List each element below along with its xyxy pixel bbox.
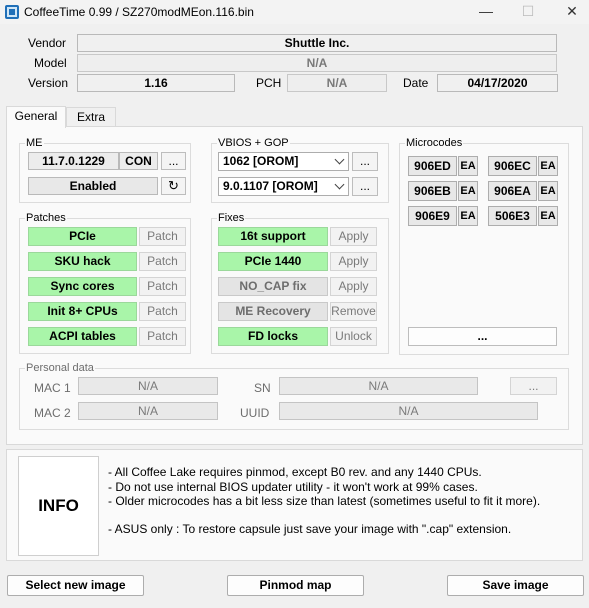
chevron-down-icon xyxy=(334,154,345,165)
mac1-field: N/A xyxy=(78,377,218,395)
patch-button[interactable]: Patch xyxy=(139,302,186,321)
window-title: CoffeeTime 0.99 / SZ270modMEon.116.bin xyxy=(24,5,254,19)
patch-status-sku-hack: SKU hack xyxy=(28,252,137,271)
me-more-button[interactable]: ... xyxy=(161,152,186,170)
select-new-image-button[interactable]: Select new image xyxy=(7,575,144,596)
fix-status-16t-support: 16t support xyxy=(218,227,328,246)
vbios-group-title: VBIOS + GOP xyxy=(217,137,290,149)
info-line: - ASUS only : To restore capsule just sa… xyxy=(108,522,512,536)
sn-label: SN xyxy=(254,381,271,395)
microcode-tag[interactable]: EA xyxy=(538,181,558,201)
info-label: INFO xyxy=(18,456,99,556)
fix-status-me-recovery: ME Recovery xyxy=(218,302,328,321)
patch-status-init-cpus: Init 8+ CPUs xyxy=(28,302,137,321)
patch-status-sync-cores: Sync cores xyxy=(28,277,137,296)
microcode-tag[interactable]: EA xyxy=(538,206,558,226)
fixes-group-title: Fixes xyxy=(217,212,246,224)
personal-data-title: Personal data xyxy=(25,362,95,374)
microcode-item[interactable]: 906ED xyxy=(408,156,457,176)
info-line: - Older microcodes has a bit less size t… xyxy=(108,494,541,508)
tab-extra[interactable]: Extra xyxy=(66,107,116,128)
date-field: 04/17/2020 xyxy=(437,74,558,92)
sn-field: N/A xyxy=(279,377,478,395)
model-field: N/A xyxy=(77,54,557,72)
minimize-button[interactable]: — xyxy=(469,0,503,24)
me-version-field: 11.7.0.1229 xyxy=(28,152,119,170)
refresh-icon[interactable]: ↻ xyxy=(161,177,186,195)
version-label: Version xyxy=(28,76,69,90)
microcodes-group-title: Microcodes xyxy=(405,137,464,149)
vbios-select[interactable]: 1062 [OROM] xyxy=(218,152,349,171)
date-label: Date xyxy=(403,76,429,90)
apply-button[interactable]: Apply xyxy=(330,277,377,296)
model-label: Model xyxy=(34,56,67,70)
pch-label: PCH xyxy=(256,76,282,90)
pinmod-map-button[interactable]: Pinmod map xyxy=(227,575,364,596)
patch-button[interactable]: Patch xyxy=(139,277,186,296)
maximize-button[interactable]: ☐ xyxy=(511,0,545,24)
vendor-field: Shuttle Inc. xyxy=(77,34,557,52)
microcode-tag[interactable]: EA xyxy=(458,156,478,176)
vendor-label: Vendor xyxy=(28,36,67,50)
personal-more-button[interactable]: ... xyxy=(510,377,557,395)
vbios-select-value: 1062 [OROM] xyxy=(223,154,299,168)
vbios-more-button[interactable]: ... xyxy=(352,152,378,171)
app-icon xyxy=(5,5,19,19)
microcode-item[interactable]: 906EC xyxy=(488,156,537,176)
microcode-item[interactable]: 906E9 xyxy=(408,206,457,226)
gop-select[interactable]: 9.0.1107 [OROM] xyxy=(218,177,349,196)
gop-select-value: 9.0.1107 [OROM] xyxy=(223,179,318,193)
pch-field: N/A xyxy=(287,74,387,92)
info-line: - Do not use internal BIOS updater utili… xyxy=(108,480,478,494)
remove-button[interactable]: Remove xyxy=(330,302,377,321)
save-image-button[interactable]: Save image xyxy=(447,575,584,596)
fix-status-fd-locks: FD locks xyxy=(218,327,328,346)
patch-button[interactable]: Patch xyxy=(139,327,186,346)
patch-status-acpi-tables: ACPI tables xyxy=(28,327,137,346)
fix-status-no-cap: NO_CAP fix xyxy=(218,277,328,296)
patches-group-title: Patches xyxy=(25,212,67,224)
microcode-item[interactable]: 906EA xyxy=(488,181,537,201)
microcode-tag[interactable]: EA xyxy=(458,206,478,226)
patch-status-pcie: PCIe xyxy=(28,227,137,246)
me-type-field: CON xyxy=(119,152,158,170)
mac2-label: MAC 2 xyxy=(34,406,71,420)
patch-button[interactable]: Patch xyxy=(139,227,186,246)
close-button[interactable]: ✕ xyxy=(555,0,589,24)
uuid-field: N/A xyxy=(279,402,538,420)
info-line: - All Coffee Lake requires pinmod, excep… xyxy=(108,465,482,479)
me-state-field: Enabled xyxy=(28,177,158,195)
me-group-title: ME xyxy=(25,137,44,149)
chevron-down-icon xyxy=(334,179,345,190)
unlock-button[interactable]: Unlock xyxy=(330,327,377,346)
gop-more-button[interactable]: ... xyxy=(352,177,378,196)
microcode-item[interactable]: 506E3 xyxy=(488,206,537,226)
mac1-label: MAC 1 xyxy=(34,381,71,395)
microcode-tag[interactable]: EA xyxy=(538,156,558,176)
apply-button[interactable]: Apply xyxy=(330,252,377,271)
tab-general[interactable]: General xyxy=(6,106,66,128)
version-field: 1.16 xyxy=(77,74,235,92)
uuid-label: UUID xyxy=(240,406,270,420)
microcode-item[interactable]: 906EB xyxy=(408,181,457,201)
patch-button[interactable]: Patch xyxy=(139,252,186,271)
fix-status-pcie-1440: PCIe 1440 xyxy=(218,252,328,271)
mac2-field: N/A xyxy=(78,402,218,420)
microcode-tag[interactable]: EA xyxy=(458,181,478,201)
microcodes-more-button[interactable]: ... xyxy=(408,327,557,346)
apply-button[interactable]: Apply xyxy=(330,227,377,246)
